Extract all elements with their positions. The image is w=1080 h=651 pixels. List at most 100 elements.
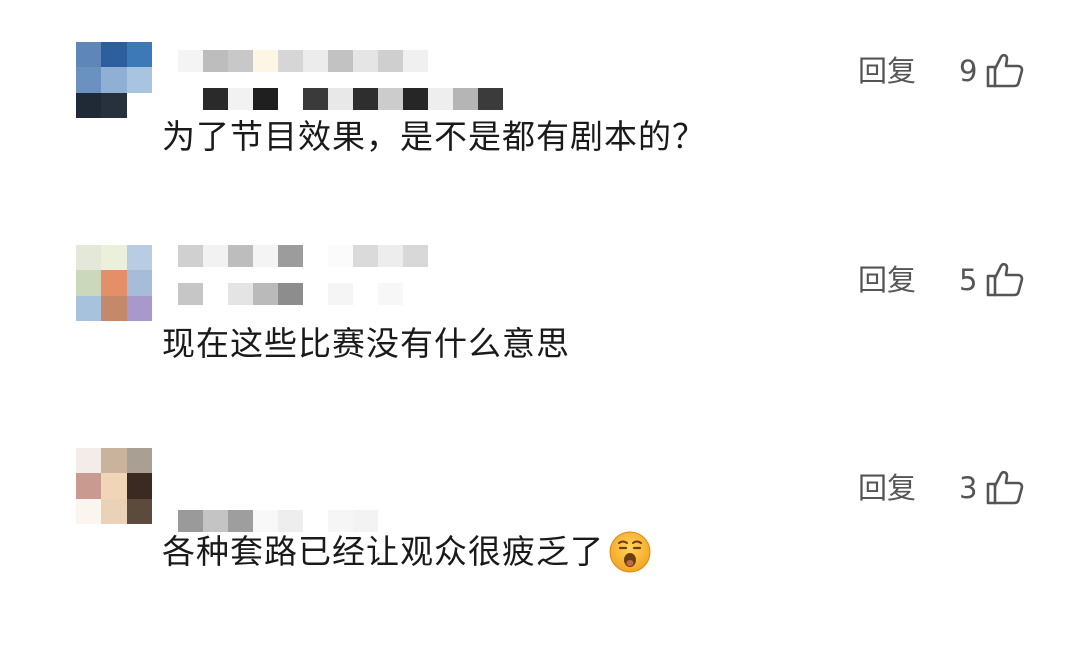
like-count: 3 bbox=[959, 471, 978, 505]
avatar-pixel bbox=[126, 473, 152, 499]
avatar-pixel bbox=[126, 42, 152, 68]
username-pixel bbox=[378, 510, 403, 532]
avatar-pixel bbox=[76, 295, 102, 321]
avatar-pixel bbox=[76, 245, 102, 271]
avatar-pixel bbox=[101, 67, 127, 93]
avatar[interactable] bbox=[76, 448, 152, 524]
avatar-pixel bbox=[101, 270, 127, 296]
username-pixel bbox=[178, 88, 203, 110]
thumbs-up-icon[interactable] bbox=[986, 470, 1024, 506]
username-pixel bbox=[228, 50, 253, 72]
avatar-pixel bbox=[101, 42, 127, 68]
username-pixel bbox=[278, 245, 303, 267]
avatar-pixel bbox=[101, 448, 127, 474]
username-pixel bbox=[253, 283, 278, 305]
avatar-pixel bbox=[76, 473, 102, 499]
username-pixel bbox=[378, 283, 403, 305]
username-pixel bbox=[403, 283, 428, 305]
avatar-pixel bbox=[101, 245, 127, 271]
username-pixel bbox=[278, 472, 303, 494]
avatar-pixel bbox=[126, 67, 152, 93]
username-pixel bbox=[303, 50, 328, 72]
reply-button[interactable]: 回复 bbox=[858, 468, 916, 508]
comment-item: 各种套路已经让观众很疲乏了 回复 3 bbox=[0, 416, 1080, 616]
username-pixel bbox=[303, 472, 328, 494]
username-pixel bbox=[253, 472, 278, 494]
username-pixel bbox=[203, 245, 228, 267]
avatar[interactable] bbox=[76, 42, 152, 118]
avatar[interactable] bbox=[76, 245, 152, 321]
username-pixel bbox=[328, 88, 353, 110]
comment-body: 现在这些比赛没有什么意思 bbox=[162, 324, 570, 363]
comment-item: 为了节目效果，是不是都有剧本的？ 回复 9 bbox=[0, 0, 1080, 200]
avatar-pixel bbox=[76, 498, 102, 524]
username-pixel bbox=[278, 88, 303, 110]
comment-item: 现在这些比赛没有什么意思 回复 5 bbox=[0, 208, 1080, 408]
username-pixel bbox=[328, 245, 353, 267]
username-pixel bbox=[328, 472, 353, 494]
username-pixel bbox=[178, 50, 203, 72]
username-pixel bbox=[253, 245, 278, 267]
username-pixels-bottom bbox=[178, 88, 503, 110]
avatar-pixel bbox=[76, 67, 102, 93]
like-count: 9 bbox=[959, 54, 978, 88]
comment-text: 为了节目效果，是不是都有剧本的？ bbox=[162, 115, 706, 159]
reply-button[interactable]: 回复 bbox=[858, 51, 916, 91]
username-pixel bbox=[353, 88, 378, 110]
username-pixels-bottom bbox=[178, 510, 403, 532]
username-pixel bbox=[228, 283, 253, 305]
username-pixel bbox=[378, 50, 403, 72]
username-pixelated[interactable] bbox=[178, 245, 428, 305]
avatar-pixel bbox=[126, 270, 152, 296]
yawning-face-emoji bbox=[608, 530, 652, 574]
username-pixel bbox=[303, 245, 328, 267]
comment-body: 各种套路已经让观众很疲乏了 bbox=[162, 532, 604, 571]
username-pixel bbox=[228, 88, 253, 110]
username-pixel bbox=[378, 245, 403, 267]
username-pixel bbox=[178, 283, 203, 305]
username-pixel bbox=[453, 88, 478, 110]
username-pixel bbox=[353, 245, 378, 267]
username-pixel bbox=[178, 472, 203, 494]
avatar-pixel bbox=[126, 295, 152, 321]
username-pixelated[interactable] bbox=[178, 50, 503, 110]
username-pixels-top bbox=[178, 50, 503, 72]
username-pixel bbox=[228, 510, 253, 532]
username-pixel bbox=[228, 245, 253, 267]
username-pixel bbox=[353, 283, 378, 305]
username-pixel bbox=[203, 283, 228, 305]
username-pixel bbox=[353, 50, 378, 72]
username-pixel bbox=[303, 510, 328, 532]
username-pixelated[interactable] bbox=[178, 472, 403, 532]
thumbs-up-icon[interactable] bbox=[986, 262, 1024, 298]
username-pixel bbox=[478, 88, 503, 110]
username-pixel bbox=[253, 88, 278, 110]
username-pixel bbox=[253, 50, 278, 72]
username-pixel bbox=[378, 88, 403, 110]
thumbs-up-icon[interactable] bbox=[986, 53, 1024, 89]
username-pixels-top bbox=[178, 472, 403, 494]
username-pixel bbox=[203, 510, 228, 532]
username-pixel bbox=[228, 472, 253, 494]
username-pixel bbox=[353, 510, 378, 532]
avatar-pixel bbox=[101, 473, 127, 499]
username-pixel bbox=[253, 510, 278, 532]
reply-button[interactable]: 回复 bbox=[858, 260, 916, 300]
avatar-pixel bbox=[101, 498, 127, 524]
username-pixel bbox=[303, 283, 328, 305]
avatar-pixel bbox=[76, 448, 102, 474]
username-pixel bbox=[328, 510, 353, 532]
avatar-pixel bbox=[76, 92, 102, 118]
username-pixel bbox=[203, 88, 228, 110]
username-pixel bbox=[178, 245, 203, 267]
comment-text: 各种套路已经让观众很疲乏了 bbox=[162, 530, 652, 574]
username-pixel bbox=[178, 510, 203, 532]
username-pixel bbox=[278, 50, 303, 72]
username-pixel bbox=[403, 50, 428, 72]
username-pixel bbox=[278, 510, 303, 532]
avatar-pixel bbox=[76, 270, 102, 296]
avatar-pixel bbox=[76, 42, 102, 68]
username-pixel bbox=[303, 88, 328, 110]
username-pixel bbox=[203, 50, 228, 72]
like-count: 5 bbox=[959, 263, 978, 297]
